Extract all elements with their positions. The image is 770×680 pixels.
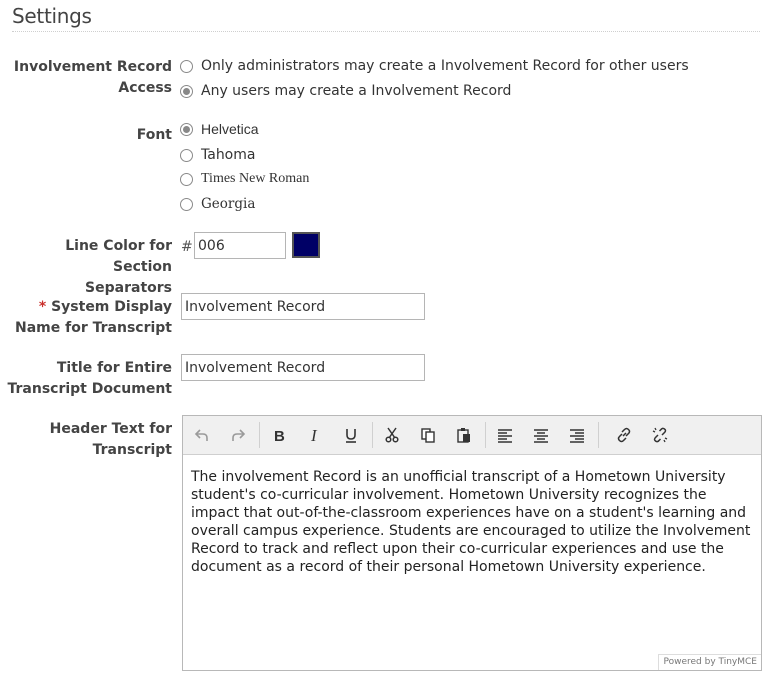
font-option-tahoma[interactable]: Tahoma <box>180 145 255 165</box>
radio-georgia[interactable] <box>180 197 193 211</box>
toolbar-separator <box>598 422 599 448</box>
involvement-access-label-line1: Involvement Record <box>13 59 172 75</box>
editor-toolbar: B I <box>183 416 761 455</box>
cut-icon[interactable] <box>379 423 405 447</box>
line-color-label: Line Color for Section Separators <box>7 236 172 299</box>
radio-helvetica[interactable] <box>180 122 193 136</box>
undo-icon[interactable] <box>189 423 215 447</box>
toolbar-separator <box>259 422 260 448</box>
copy-icon[interactable] <box>415 423 441 447</box>
font-option-helvetica[interactable]: Helvetica <box>180 119 259 139</box>
font-option-helvetica-label: Helvetica <box>201 121 259 137</box>
involvement-access-label: Involvement Record Access <box>7 57 172 99</box>
underline-icon[interactable] <box>338 423 364 447</box>
header-text-label-line1: Header Text for <box>49 421 172 437</box>
page-title: Settings <box>12 4 92 28</box>
line-color-swatch[interactable] <box>292 232 320 258</box>
toolbar-separator <box>485 422 486 448</box>
hex-prefix: # <box>181 239 193 255</box>
align-left-icon[interactable] <box>492 423 518 447</box>
header-text-label-line2: Transcript <box>92 442 172 458</box>
access-option-admins-only-label: Only administrators may create a Involve… <box>201 58 689 74</box>
font-option-times[interactable]: Times New Roman <box>180 169 309 189</box>
rich-text-editor[interactable]: B I The involvement Record is an unoffic… <box>182 415 762 671</box>
font-option-georgia-label: Georgia <box>201 196 256 212</box>
header-text-label: Header Text for Transcript <box>7 419 172 461</box>
toolbar-separator <box>372 422 373 448</box>
system-display-name-input[interactable] <box>181 293 425 320</box>
redo-icon[interactable] <box>225 423 251 447</box>
align-right-icon[interactable] <box>564 423 590 447</box>
line-color-input[interactable] <box>194 232 286 259</box>
document-title-label-line1: Title for Entire <box>56 360 172 376</box>
system-display-name-label-line2: Name for Transcript <box>15 320 172 336</box>
involvement-access-label-line2: Access <box>118 80 172 96</box>
svg-text:B: B <box>274 428 285 443</box>
unlink-icon[interactable] <box>647 423 673 447</box>
font-option-georgia[interactable]: Georgia <box>180 194 255 214</box>
line-color-label-line1: Line Color for Section <box>65 238 172 275</box>
line-color-label-line2: Separators <box>85 280 172 296</box>
font-option-times-label: Times New Roman <box>201 171 310 186</box>
font-option-tahoma-label: Tahoma <box>201 147 256 163</box>
radio-any-users[interactable] <box>180 84 193 98</box>
italic-icon[interactable]: I <box>302 423 328 447</box>
radio-tahoma[interactable] <box>180 148 193 162</box>
tinymce-branding[interactable]: Powered by TinyMCE <box>658 654 761 670</box>
svg-text:I: I <box>310 427 318 443</box>
access-option-any-users[interactable]: Any users may create a Involvement Recor… <box>180 81 511 101</box>
font-label: Font <box>136 127 172 143</box>
radio-admins-only[interactable] <box>180 59 193 73</box>
document-title-label-line2: Transcript Document <box>7 381 173 397</box>
document-title-input[interactable] <box>181 354 425 381</box>
access-option-admins-only[interactable]: Only administrators may create a Involve… <box>180 56 689 76</box>
access-option-any-users-label: Any users may create a Involvement Recor… <box>201 83 512 99</box>
link-icon[interactable] <box>611 423 637 447</box>
system-display-name-label-line1: System Display <box>51 299 172 315</box>
radio-times[interactable] <box>180 172 193 186</box>
required-asterisk: * <box>38 299 47 315</box>
paste-icon[interactable] <box>451 423 477 447</box>
title-divider <box>12 31 760 32</box>
editor-content[interactable]: The involvement Record is an unofficial … <box>191 468 757 576</box>
document-title-label: Title for Entire Transcript Document <box>7 358 173 400</box>
system-display-name-label: * System Display Name for Transcript <box>7 297 172 339</box>
align-center-icon[interactable] <box>528 423 554 447</box>
bold-icon[interactable]: B <box>266 423 292 447</box>
